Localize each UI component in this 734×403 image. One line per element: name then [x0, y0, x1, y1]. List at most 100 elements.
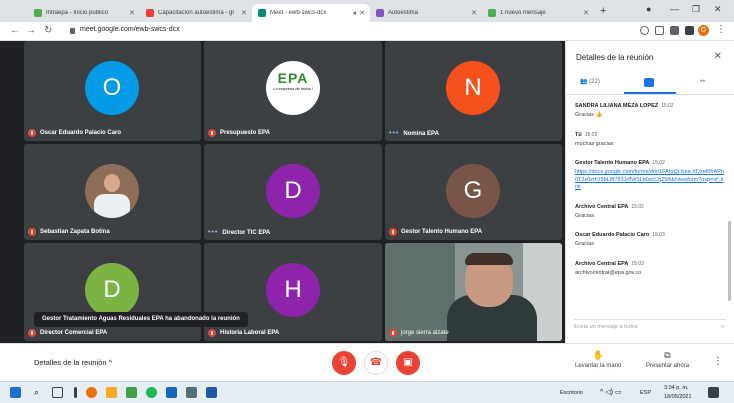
browser-tab[interactable]: Autoestima ✕ — [370, 4, 482, 22]
file-explorer-icon[interactable] — [106, 387, 117, 398]
search-icon[interactable]: ⌕ — [34, 387, 39, 398]
participant-tile[interactable]: D ••• Director TIC EPA — [204, 144, 382, 240]
mic-off-icon — [389, 329, 397, 337]
notification-icon[interactable] — [708, 387, 719, 398]
windows-start-icon[interactable] — [10, 387, 21, 398]
browser-tab[interactable]: Intraepa - Inicio publico ✕ — [28, 4, 140, 22]
avatar: D — [85, 263, 139, 317]
app-icon[interactable] — [126, 387, 137, 398]
chat-message: SANDRA LILIANA MEZA LOPEZ 15:02 Gracias 👍 — [575, 103, 674, 118]
chat-messages: SANDRA LILIANA MEZA LOPEZ 15:02 Gracias 👍… — [575, 103, 725, 289]
mic-off-icon: 🎙 — [337, 357, 351, 368]
mic-off-icon — [28, 228, 36, 236]
tab-search-icon[interactable]: ● — [646, 4, 651, 14]
chrome-icon[interactable] — [86, 387, 97, 398]
word-icon[interactable] — [206, 387, 217, 398]
tab-close-icon[interactable]: ✕ — [359, 9, 365, 17]
participant-name: Sebastian Zapata Botina — [40, 229, 110, 235]
share-icon[interactable] — [655, 26, 664, 35]
participant-name: Nomina EPA — [403, 130, 439, 137]
more-options-icon[interactable]: ⋮ — [713, 356, 723, 367]
people-tab[interactable]: 👥 (22) — [580, 78, 600, 85]
address-bar[interactable]: meet.google.com/ewb-swcs-dcx — [80, 26, 180, 33]
extension-icon[interactable] — [670, 26, 679, 35]
camera-off-icon: ▣ — [403, 357, 413, 368]
participant-tile[interactable]: O Oscar Eduardo Palacio Caro — [24, 41, 201, 141]
participant-name: Director Comercial EPA — [40, 330, 108, 336]
zoom-icon[interactable] — [640, 26, 649, 35]
spotify-icon[interactable] — [146, 387, 157, 398]
minimize-button[interactable]: — — [670, 4, 679, 14]
participant-camera-tile[interactable]: jorge sierra alzate — [385, 243, 562, 341]
windows-taskbar: ⌕ Escritorio ^ ◁) ▭ ESP 3:04 p. m. 18/05… — [0, 381, 734, 403]
language-indicator[interactable]: ESP — [640, 390, 651, 396]
form-link[interactable]: https://docs.google.com/forms/d/e/1FAIpQ… — [575, 169, 725, 192]
chevron-up-icon: ^ — [108, 358, 113, 367]
participant-left-notification: Gestor Tratamiento Aguas Residuales EPA … — [34, 312, 248, 327]
tab-close-icon[interactable]: ✕ — [583, 9, 589, 17]
camera-background — [385, 243, 455, 341]
participant-tile[interactable]: EPA La empresa de todos ! Presupuesto EP… — [204, 41, 382, 141]
activities-tab-icon[interactable]: ⚯ — [700, 78, 705, 85]
tab-close-icon[interactable]: ✕ — [241, 9, 247, 17]
meet-icon — [258, 9, 266, 17]
chat-message: Archivo Central EPA 15:03 archivocentral@… — [575, 260, 644, 276]
chat-scrollbar[interactable] — [728, 221, 731, 301]
meeting-grid: O Oscar Eduardo Palacio Caro EPA La empr… — [0, 41, 565, 343]
people-icon: 👥 — [580, 79, 588, 85]
chat-input[interactable]: Envía un mensaje a todos ➤ — [574, 319, 726, 333]
close-panel-icon[interactable]: ✕ — [714, 51, 722, 62]
participant-tile[interactable]: G Gestor Talento Humano EPA — [385, 144, 562, 240]
close-window-button[interactable]: ✕ — [714, 4, 722, 15]
back-arrow-icon[interactable]: ← — [10, 25, 20, 36]
avatar: O — [85, 61, 139, 115]
desktop-toolbar[interactable]: Escritorio — [560, 390, 583, 396]
clock-time[interactable]: 3:04 p. m. — [664, 385, 688, 391]
store-icon[interactable] — [166, 387, 177, 398]
new-tab-button[interactable]: + — [600, 5, 606, 17]
chrome-menu-icon[interactable]: ⋮ — [716, 24, 726, 35]
maximize-button[interactable]: ❐ — [692, 4, 700, 15]
tab-close-icon[interactable]: ✕ — [471, 9, 477, 17]
participant-name: Presupuesto EPA — [220, 130, 270, 136]
chat-icon — [488, 9, 496, 17]
media-icon[interactable] — [186, 387, 197, 398]
chat-tab-icon[interactable] — [644, 78, 654, 87]
forms-icon — [376, 9, 384, 17]
lock-icon — [70, 28, 75, 34]
tab-favicon-icon — [34, 9, 42, 17]
divider-icon — [74, 387, 77, 398]
hang-up-icon: ☎ — [369, 357, 383, 368]
mic-off-icon — [389, 228, 397, 236]
panel-tabs: 👥 (22) ⚯ — [566, 75, 734, 95]
hand-icon: ✋ — [592, 350, 604, 360]
chat-message: Archivo Central EPA 15:02 Gracias — [575, 203, 644, 219]
participant-name: Gestor Talento Humano EPA — [401, 229, 483, 235]
participant-tile[interactable]: Sebastian Zapata Botina — [24, 144, 201, 240]
leave-call-button[interactable]: ☎ — [364, 351, 388, 375]
tab-close-icon[interactable]: ✕ — [129, 9, 135, 17]
meeting-controls: Detalles de la reunión ^ 🎙 ☎ ▣ ✋ Levantar… — [0, 343, 734, 381]
speaking-indicator-icon: ••• — [208, 229, 219, 236]
microphone-toggle-button[interactable]: 🎙 — [332, 351, 356, 375]
camera-toggle-button[interactable]: ▣ — [396, 351, 420, 375]
present-now-button[interactable]: ⧉ Presentar ahora — [646, 350, 689, 369]
meeting-details-button[interactable]: Detalles de la reunión ^ — [34, 358, 112, 367]
avatar: H — [266, 263, 320, 317]
raise-hand-button[interactable]: ✋ Levantar la mano — [575, 350, 621, 369]
clock-date[interactable]: 18/05/2021 — [664, 394, 692, 400]
profile-avatar[interactable]: G — [698, 25, 709, 36]
task-view-icon[interactable] — [52, 387, 63, 398]
puzzle-icon[interactable] — [685, 26, 694, 35]
send-icon[interactable]: ➤ — [719, 320, 726, 334]
tray-icons[interactable]: ^ ◁) ▭ — [600, 388, 622, 396]
forward-arrow-icon[interactable]: → — [26, 25, 36, 36]
mic-off-icon — [208, 129, 216, 137]
browser-tab[interactable]: Capacitación autoestima - gr ✕ — [140, 4, 252, 22]
reload-icon[interactable]: ↻ — [44, 25, 52, 36]
chat-message: Gestor Talento Humano EPA 15:02 https://d… — [575, 160, 725, 192]
browser-tab[interactable]: 1 nuevo mensaje ✕ — [482, 4, 594, 22]
participant-tile[interactable]: N ••• Nomina EPA — [385, 41, 562, 141]
browser-tab-active[interactable]: Meet - ewb-swcs-dcx ◂ ✕ — [252, 4, 370, 22]
participant-name: Oscar Eduardo Palacio Caro — [40, 130, 122, 136]
